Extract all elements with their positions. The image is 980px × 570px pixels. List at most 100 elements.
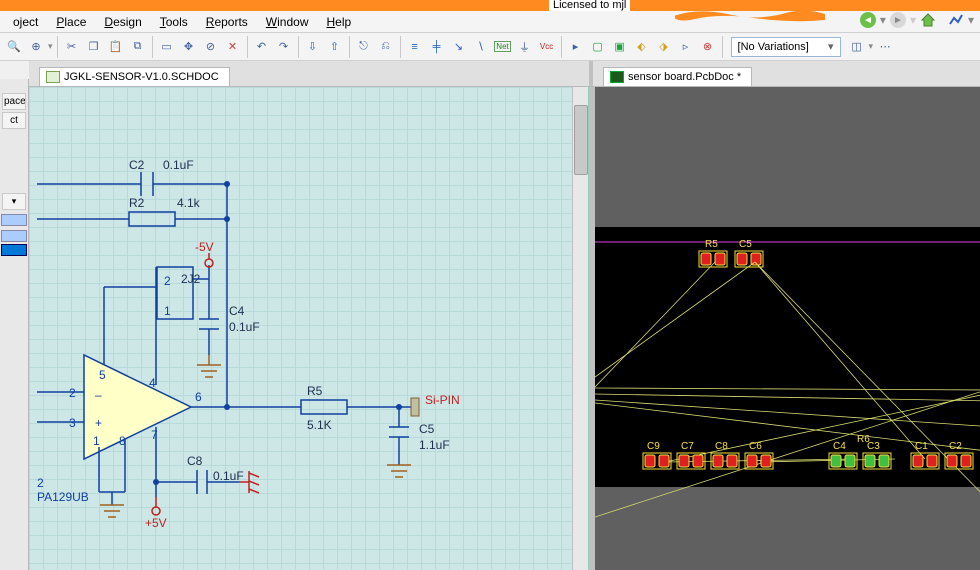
- tool-part-icon[interactable]: ▸: [566, 37, 586, 57]
- pin-2: 2: [69, 386, 76, 400]
- chart-icon[interactable]: [948, 12, 964, 28]
- pcb-doc-icon: [610, 71, 624, 83]
- menu-project[interactable]: oject: [4, 13, 47, 31]
- document-tabs: JGKL-SENSOR-V1.0.SCHDOC sensor board.Pcb…: [29, 61, 980, 87]
- svg-text:R5: R5: [705, 239, 718, 250]
- scrollbar-thumb[interactable]: [574, 105, 588, 175]
- pcb-comp-C7[interactable]: C7: [677, 441, 705, 469]
- nav-back-icon[interactable]: ◄: [860, 12, 876, 28]
- variations-select[interactable]: [No Variations]▾: [731, 37, 841, 57]
- val-R2: 4.1k: [177, 196, 201, 210]
- tool-paste-icon[interactable]: 📋: [106, 37, 126, 57]
- panel-item[interactable]: [1, 214, 27, 226]
- schematic-doc-icon: [46, 71, 60, 83]
- svg-text:C6: C6: [749, 441, 762, 452]
- opamp-ref: 2: [37, 476, 44, 490]
- menu-tools[interactable]: Tools: [151, 13, 197, 31]
- pin-3: 3: [69, 416, 76, 430]
- nav-icons: ◄ ▾ ► ▾ ▾: [860, 12, 974, 28]
- val-C5: 1.1uF: [419, 438, 450, 452]
- redaction-mark: [650, 5, 850, 23]
- ref-C4: C4: [229, 304, 245, 318]
- tool-xref1-icon[interactable]: ⎋: [354, 37, 374, 57]
- tool-vcc-icon[interactable]: Vcc: [537, 37, 557, 57]
- panel-item[interactable]: [1, 230, 27, 242]
- pcb-comp-C2[interactable]: C2: [945, 441, 973, 469]
- tool-sheet-icon[interactable]: ▢: [588, 37, 608, 57]
- svg-text:C3: C3: [867, 441, 880, 452]
- pcb-comp-C3[interactable]: C3: [863, 441, 891, 469]
- pcb-comp-C6[interactable]: C6: [745, 441, 773, 469]
- tool-zoom-icon[interactable]: ⊕: [26, 37, 46, 57]
- tool-sheet2-icon[interactable]: ▣: [610, 37, 630, 57]
- tool-harness-icon[interactable]: ⬗: [654, 37, 674, 57]
- tool-cross-icon[interactable]: ✕: [223, 37, 243, 57]
- tab-pcb[interactable]: sensor board.PcbDoc *: [603, 67, 752, 86]
- panel-btn-project[interactable]: ct: [2, 112, 26, 129]
- pcb-comp-C9[interactable]: C9: [643, 441, 671, 469]
- pin-8: 8: [119, 434, 126, 448]
- val-R5: 5.1K: [307, 418, 332, 432]
- menu-help[interactable]: Help: [317, 13, 360, 31]
- tool-hier-down-icon[interactable]: ⇩: [303, 37, 323, 57]
- ref-R2: R2: [129, 196, 145, 210]
- pcb-comp-C4[interactable]: C4: [829, 441, 857, 469]
- svg-text:C5: C5: [739, 239, 752, 250]
- svg-text:C7: C7: [681, 441, 694, 452]
- menu-place[interactable]: Place: [47, 13, 95, 31]
- ref-C2: C2: [129, 158, 145, 172]
- nav-forward-icon[interactable]: ►: [890, 12, 906, 28]
- pin-7: 7: [151, 428, 158, 442]
- workspace: C2 0.1uF R2 4.1k 2 3 – + 6: [29, 87, 980, 570]
- panel-item-selected[interactable]: [1, 244, 27, 256]
- tool-gnd-icon[interactable]: ⏚: [515, 37, 535, 57]
- tool-last-icon[interactable]: ⋯: [875, 37, 895, 57]
- net-pos5v: +5V: [145, 516, 167, 530]
- tool-wire-icon[interactable]: ≡: [405, 37, 425, 57]
- menu-design[interactable]: Design: [95, 13, 150, 31]
- tool-port-icon[interactable]: ⬖: [632, 37, 652, 57]
- tool-cut-icon[interactable]: ✂: [62, 37, 82, 57]
- tool-noerc-icon[interactable]: ⊗: [698, 37, 718, 57]
- tool-redo-icon[interactable]: ↷: [274, 37, 294, 57]
- tool-hier-up-icon[interactable]: ⇧: [325, 37, 345, 57]
- tool-xref2-icon[interactable]: ⎌: [376, 37, 396, 57]
- pcb-comp-C5[interactable]: C5: [735, 239, 763, 267]
- pcb-comp-C8[interactable]: C8: [711, 441, 739, 469]
- schematic-editor[interactable]: C2 0.1uF R2 4.1k 2 3 – + 6: [29, 87, 589, 570]
- tool-net-icon[interactable]: Net: [493, 37, 513, 57]
- tool-netlabel-icon[interactable]: ∖: [471, 37, 491, 57]
- tool-conn-icon[interactable]: ▹: [676, 37, 696, 57]
- panel-btn-workspace[interactable]: pace: [2, 93, 26, 110]
- tool-bus-icon[interactable]: ╪: [427, 37, 447, 57]
- tool-copy-icon[interactable]: ❐: [84, 37, 104, 57]
- ref-C8: C8: [187, 454, 203, 468]
- tool-bus-entry-icon[interactable]: ↘: [449, 37, 469, 57]
- tool-undo-icon[interactable]: ↶: [252, 37, 272, 57]
- svg-text:C8: C8: [715, 441, 728, 452]
- svg-text:1: 1: [164, 304, 171, 318]
- svg-text:C9: C9: [647, 441, 660, 452]
- tool-dup-icon[interactable]: ⧉: [128, 37, 148, 57]
- val-C4: 0.1uF: [229, 320, 260, 334]
- net-neg5v: -5V: [195, 240, 214, 254]
- net-sipin: Si-PIN: [425, 393, 460, 407]
- pcb-canvas[interactable]: R5 C5 R6: [595, 87, 980, 570]
- panel-dropdown-icon[interactable]: ▾: [2, 193, 26, 210]
- home-icon[interactable]: [920, 12, 936, 28]
- schematic-scrollbar[interactable]: [572, 87, 588, 570]
- tool-var-icon[interactable]: ◫: [847, 37, 867, 57]
- pcb-editor[interactable]: R5 C5 R6: [595, 87, 980, 570]
- pcb-comp-R5[interactable]: R5: [699, 239, 727, 267]
- menu-reports[interactable]: Reports: [197, 13, 257, 31]
- tab-schematic[interactable]: JGKL-SENSOR-V1.0.SCHDOC: [39, 67, 230, 86]
- tool-search-icon[interactable]: 🔍: [4, 37, 24, 57]
- tool-select-icon[interactable]: ▭: [157, 37, 177, 57]
- menu-window[interactable]: Window: [257, 13, 318, 31]
- schematic-canvas[interactable]: C2 0.1uF R2 4.1k 2 3 – + 6: [29, 87, 589, 570]
- tool-deselect-icon[interactable]: ⊘: [201, 37, 221, 57]
- svg-text:2: 2: [164, 274, 171, 288]
- tool-move-icon[interactable]: ✥: [179, 37, 199, 57]
- main-toolbar: 🔍 ⊕ ▾ ✂ ❐ 📋 ⧉ ▭ ✥ ⊘ ✕ ↶ ↷ ⇩ ⇧ ⎋ ⎌ ≡ ╪ ↘ …: [0, 33, 980, 61]
- pin-1: 1: [93, 434, 100, 448]
